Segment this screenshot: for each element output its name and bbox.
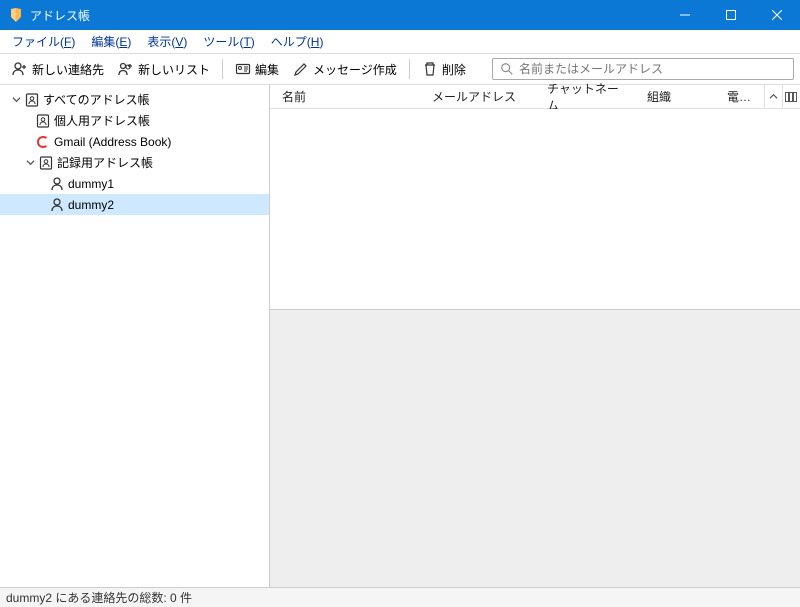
col-label: メールアドレス xyxy=(432,88,516,105)
menu-view[interactable]: 表示(V) xyxy=(139,31,195,52)
col-email[interactable]: メールアドレス xyxy=(420,85,535,108)
address-book-icon xyxy=(38,155,54,171)
col-sort-icon[interactable] xyxy=(764,85,782,108)
person-icon xyxy=(49,197,65,213)
new-contact-label: 新しい連絡先 xyxy=(32,61,104,78)
tree-label: すべてのアドレス帳 xyxy=(43,91,150,108)
minimize-button[interactable] xyxy=(662,0,708,30)
tree-dummy1[interactable]: dummy1 xyxy=(0,173,269,194)
main-area: すべてのアドレス帳 個人用アドレス帳 Gmail (Address Book) … xyxy=(0,84,800,587)
window-title: アドレス帳 xyxy=(30,7,662,24)
compose-button[interactable]: メッセージ作成 xyxy=(287,58,403,81)
people-plus-icon xyxy=(118,61,134,77)
menubar: ファイル(F) 編集(E) 表示(V) ツール(T) ヘルプ(H) xyxy=(0,30,800,54)
edit-button[interactable]: 編集 xyxy=(229,58,285,81)
tree-root-all[interactable]: すべてのアドレス帳 xyxy=(0,89,269,110)
statusbar: dummy2 にある連絡先の総数: 0 件 xyxy=(0,587,800,607)
separator xyxy=(409,59,410,79)
detail-panel xyxy=(270,309,800,587)
person-icon xyxy=(49,176,65,192)
tree-label: 記録用アドレス帳 xyxy=(57,154,153,171)
new-list-label: 新しいリスト xyxy=(138,61,210,78)
address-book-icon xyxy=(24,92,40,108)
tree-gmail[interactable]: Gmail (Address Book) xyxy=(0,131,269,152)
address-book-icon xyxy=(35,113,51,129)
tree-label: dummy2 xyxy=(68,198,114,212)
pencil-icon xyxy=(293,61,309,77)
search-icon xyxy=(499,61,515,77)
delete-label: 削除 xyxy=(442,61,466,78)
window-controls xyxy=(662,0,800,30)
content-area: 名前 メールアドレス チャットネーム 組織 電… xyxy=(270,85,800,587)
trash-icon xyxy=(422,61,438,77)
col-org[interactable]: 組織 xyxy=(635,85,715,108)
titlebar: アドレス帳 xyxy=(0,0,800,30)
separator xyxy=(222,59,223,79)
chevron-down-icon[interactable] xyxy=(25,158,35,168)
address-book-tree[interactable]: すべてのアドレス帳 個人用アドレス帳 Gmail (Address Book) … xyxy=(0,85,270,587)
maximize-button[interactable] xyxy=(708,0,754,30)
tree-label: 個人用アドレス帳 xyxy=(54,112,150,129)
tree-personal[interactable]: 個人用アドレス帳 xyxy=(0,110,269,131)
app-icon xyxy=(8,7,24,23)
search-box[interactable] xyxy=(492,58,794,80)
col-phone[interactable]: 電… xyxy=(715,85,764,108)
new-contact-button[interactable]: 新しい連絡先 xyxy=(6,58,110,81)
delete-button[interactable]: 削除 xyxy=(416,58,472,81)
col-chat[interactable]: チャットネーム xyxy=(535,85,635,108)
tree-label: dummy1 xyxy=(68,177,114,191)
edit-label: 編集 xyxy=(255,61,279,78)
menu-tools[interactable]: ツール(T) xyxy=(195,31,262,52)
card-icon xyxy=(235,61,251,77)
new-list-button[interactable]: 新しいリスト xyxy=(112,58,216,81)
menu-help[interactable]: ヘルプ(H) xyxy=(263,31,332,52)
col-name[interactable]: 名前 xyxy=(270,85,420,108)
col-picker-button[interactable] xyxy=(782,85,800,108)
person-plus-icon xyxy=(12,61,28,77)
compose-label: メッセージ作成 xyxy=(313,61,397,78)
search-input[interactable] xyxy=(519,62,787,76)
tree-dummy2[interactable]: dummy2 xyxy=(0,194,269,215)
contact-list[interactable] xyxy=(270,109,800,309)
menu-edit[interactable]: 編集(E) xyxy=(83,31,139,52)
tree-label: Gmail (Address Book) xyxy=(54,135,171,149)
toolbar: 新しい連絡先 新しいリスト 編集 メッセージ作成 削除 xyxy=(0,54,800,84)
close-button[interactable] xyxy=(754,0,800,30)
column-headers: 名前 メールアドレス チャットネーム 組織 電… xyxy=(270,85,800,109)
tree-recorded[interactable]: 記録用アドレス帳 xyxy=(0,152,269,173)
menu-file[interactable]: ファイル(F) xyxy=(4,31,83,52)
col-label: 名前 xyxy=(282,88,306,105)
gmail-icon xyxy=(35,134,51,150)
col-label: 組織 xyxy=(647,88,671,105)
col-label: 電… xyxy=(727,88,751,105)
chevron-down-icon[interactable] xyxy=(11,95,21,105)
status-text: dummy2 にある連絡先の総数: 0 件 xyxy=(6,589,192,606)
